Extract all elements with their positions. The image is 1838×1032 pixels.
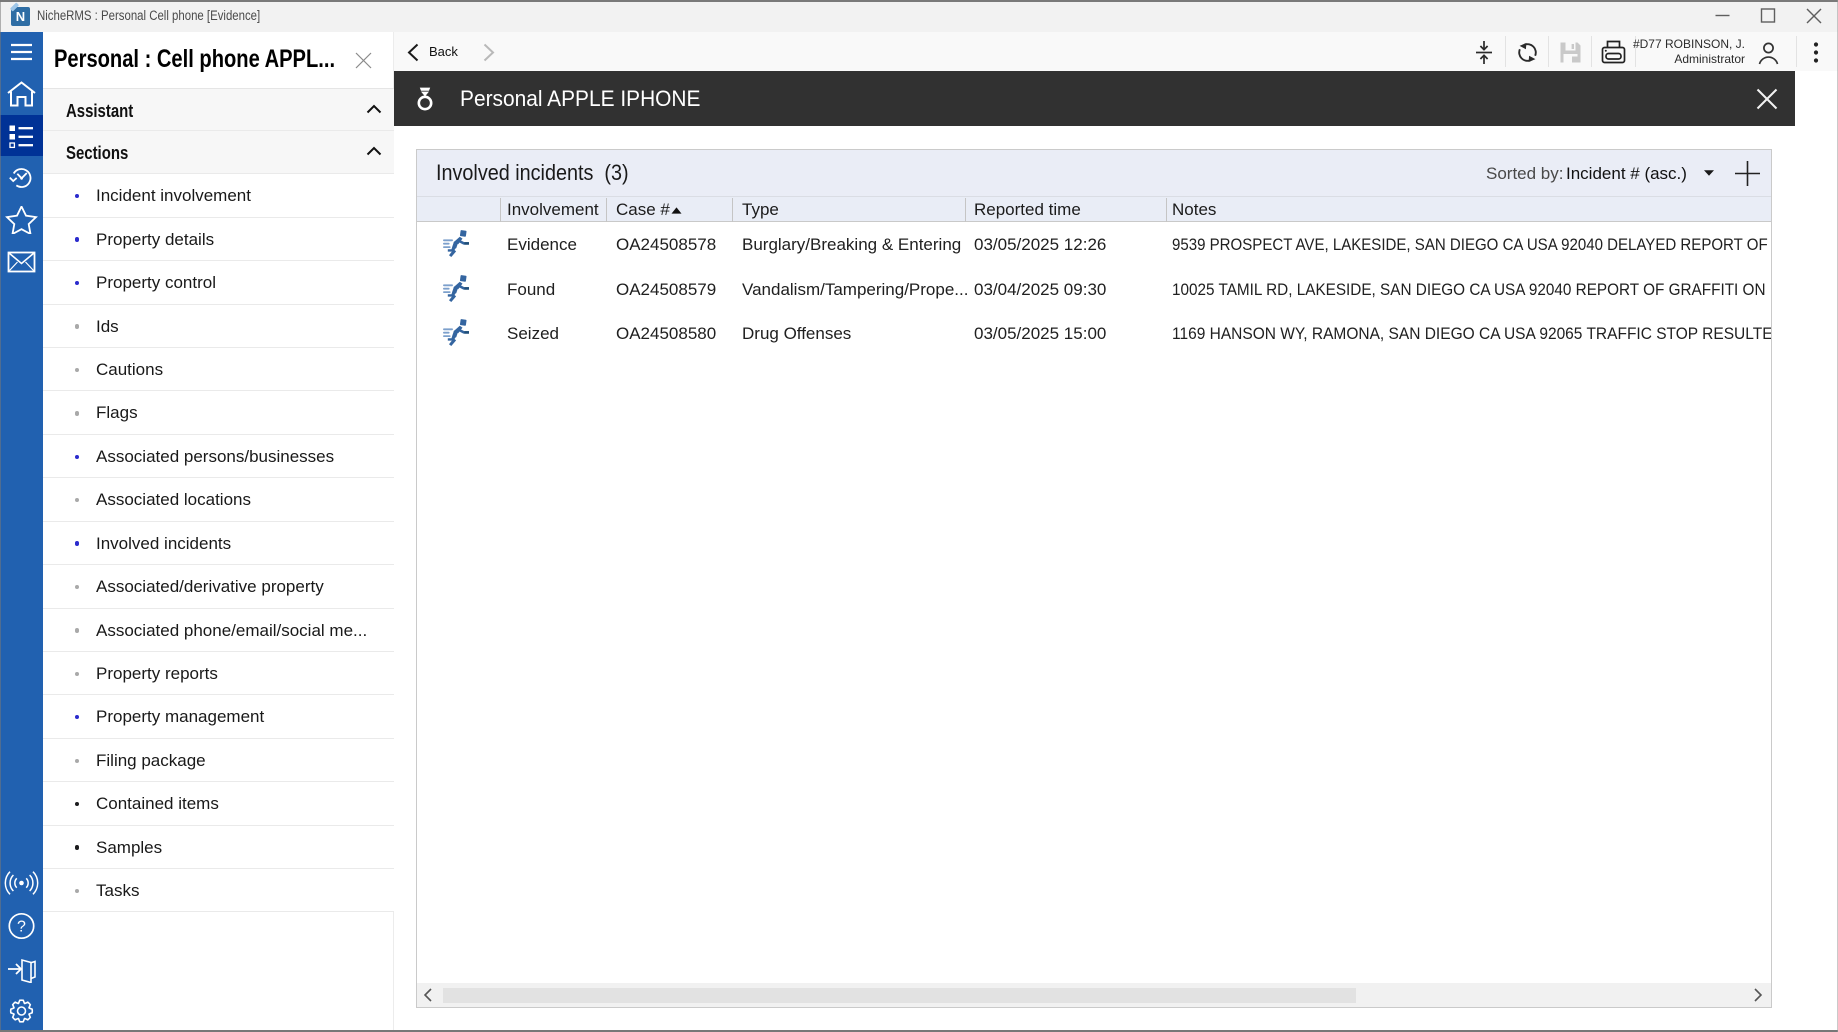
svg-text:?: ?: [17, 919, 26, 936]
